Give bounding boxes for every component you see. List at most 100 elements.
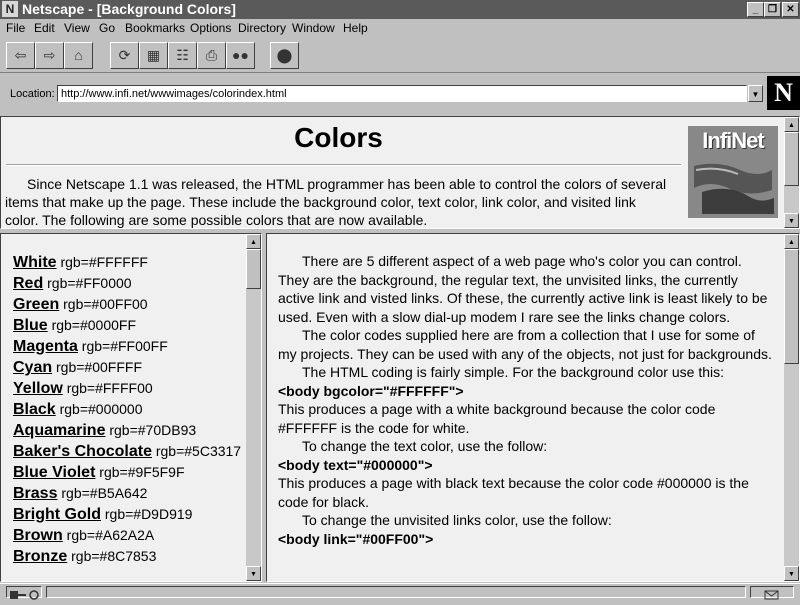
header-frame: Colors Since Netscape 1.1 was released, … xyxy=(0,116,800,229)
menu-go[interactable]: Go xyxy=(99,21,115,36)
color-code: rgb=#FF00FF xyxy=(81,338,168,354)
color-code: rgb=#5C3317 xyxy=(155,443,242,459)
article-scrollbar[interactable]: ▲ ▼ xyxy=(784,234,799,581)
scroll-thumb[interactable] xyxy=(784,249,799,364)
scroll-down-button[interactable]: ▼ xyxy=(784,566,799,581)
menu-edit[interactable]: Edit xyxy=(34,21,55,36)
menu-help[interactable]: Help xyxy=(343,21,368,36)
menu-file[interactable]: File xyxy=(6,21,25,36)
color-link[interactable]: Baker's Chocolate xyxy=(13,443,152,460)
list-item: Yellow rgb=#FFFF00 xyxy=(13,378,243,399)
list-item: Black rgb=#000000 xyxy=(13,399,243,420)
open-location-icon: ☷ xyxy=(176,47,189,63)
close-button[interactable]: ✕ xyxy=(782,2,799,17)
scroll-up-button[interactable]: ▲ xyxy=(784,117,799,132)
header-scrollbar[interactable]: ▲ ▼ xyxy=(784,117,799,228)
color-link[interactable]: Brass xyxy=(13,485,57,502)
forward-button[interactable]: ⇨ xyxy=(35,42,64,69)
back-button[interactable]: ⇦ xyxy=(6,42,35,69)
netscape-logo[interactable]: N xyxy=(767,76,800,110)
scroll-thumb[interactable] xyxy=(246,249,261,289)
list-item: Aquamarine rgb=#70DB93 xyxy=(13,420,243,441)
list-item: Blue rgb=#0000FF xyxy=(13,315,243,336)
color-code: rgb=#00FFFF xyxy=(56,359,142,375)
print-button[interactable]: ⎙ xyxy=(197,42,226,69)
load-images-button[interactable]: ▦ xyxy=(139,42,168,69)
back-arrow-icon: ⇦ xyxy=(14,47,27,63)
code-snippet: <body text="#000000"> xyxy=(278,456,433,473)
color-code: rgb=#D9D919 xyxy=(104,506,193,522)
menu-view[interactable]: View xyxy=(64,21,90,36)
color-link[interactable]: White xyxy=(13,254,57,271)
security-indicator[interactable] xyxy=(6,586,42,600)
color-link[interactable]: Blue xyxy=(13,317,48,334)
color-code: rgb=#FFFF00 xyxy=(66,380,153,396)
list-item: Blue Violet rgb=#9F5F9F xyxy=(13,462,243,483)
minimize-button[interactable]: _ xyxy=(747,2,764,17)
reload-button[interactable]: ⟳ xyxy=(110,42,139,69)
color-link[interactable]: Bright Gold xyxy=(13,506,101,523)
scroll-down-button[interactable]: ▼ xyxy=(784,213,799,228)
netscape-app-icon[interactable]: N xyxy=(2,1,18,17)
color-link[interactable]: Black xyxy=(13,401,56,418)
menu-directory[interactable]: Directory xyxy=(238,21,286,36)
color-list-scrollbar[interactable]: ▲ ▼ xyxy=(246,234,261,581)
status-message xyxy=(46,586,746,598)
key-icon xyxy=(10,590,39,600)
code-snippet: <body link="#00FF00"> xyxy=(278,530,434,547)
mail-icon xyxy=(764,590,779,600)
infinet-logo: InfiNet xyxy=(688,126,778,218)
print-icon: ⎙ xyxy=(205,47,218,63)
color-list: White rgb=#FFFFFF Red rgb=#FF0000 Green … xyxy=(13,252,243,567)
color-link[interactable]: Aquamarine xyxy=(13,422,105,439)
color-link[interactable]: Magenta xyxy=(13,338,78,355)
list-item: Bright Gold rgb=#D9D919 xyxy=(13,504,243,525)
divider xyxy=(6,164,681,166)
scroll-down-button[interactable]: ▼ xyxy=(246,566,261,581)
color-code: rgb=#8C7853 xyxy=(71,548,157,564)
paragraph: This produces a page with black text bec… xyxy=(278,475,749,510)
color-code: rgb=#B5A642 xyxy=(61,485,148,501)
color-list-frame: White rgb=#FFFFFF Red rgb=#FF0000 Green … xyxy=(0,233,262,582)
color-link[interactable]: Bronze xyxy=(13,548,67,565)
color-link[interactable]: Red xyxy=(13,275,43,292)
location-label: Location: xyxy=(10,88,55,100)
list-item: Baker's Chocolate rgb=#5C3317 xyxy=(13,441,243,462)
list-item: Magenta rgb=#FF00FF xyxy=(13,336,243,357)
mail-indicator[interactable] xyxy=(750,586,794,600)
open-button[interactable]: ☷ xyxy=(168,42,197,69)
list-item: Red rgb=#FF0000 xyxy=(13,273,243,294)
color-link[interactable]: Green xyxy=(13,296,59,313)
binoculars-icon: ●● xyxy=(232,47,249,63)
color-code: rgb=#70DB93 xyxy=(109,422,197,438)
list-item: Cyan rgb=#00FFFF xyxy=(13,357,243,378)
color-link[interactable]: Yellow xyxy=(13,380,63,397)
list-item: Bronze rgb=#8C7853 xyxy=(13,546,243,567)
chevron-down-icon: ▼ xyxy=(751,90,760,99)
article-content: There are 5 different aspect of a web pa… xyxy=(278,252,773,548)
scroll-up-button[interactable]: ▲ xyxy=(784,234,799,249)
intro-text: Since Netscape 1.1 was released, the HTM… xyxy=(5,176,667,228)
find-button[interactable]: ●● xyxy=(226,42,255,69)
code-snippet: <body bgcolor="#FFFFFF"> xyxy=(278,382,464,399)
location-dropdown-button[interactable]: ▼ xyxy=(748,85,763,102)
menu-options[interactable]: Options xyxy=(190,21,231,36)
color-code: rgb=#0000FF xyxy=(51,317,137,333)
window-title: Netscape - [Background Colors] xyxy=(22,1,236,17)
menu-window[interactable]: Window xyxy=(292,21,335,36)
scroll-thumb[interactable] xyxy=(784,132,799,186)
stop-button[interactable]: ⬤ xyxy=(270,42,299,69)
stop-icon: ⬤ xyxy=(276,47,293,63)
color-code: rgb=#FFFFFF xyxy=(60,254,148,270)
reload-icon: ⟳ xyxy=(118,47,131,63)
restore-button[interactable]: ❐ xyxy=(764,2,781,17)
menu-bar: File Edit View Go Bookmarks Options Dire… xyxy=(0,19,800,38)
page-title: Colors xyxy=(294,122,383,153)
location-input[interactable]: http://www.infi.net/wwwimages/colorindex… xyxy=(57,85,747,102)
color-link[interactable]: Cyan xyxy=(13,359,52,376)
home-button[interactable]: ⌂ xyxy=(64,42,93,69)
color-link[interactable]: Blue Violet xyxy=(13,464,95,481)
scroll-up-button[interactable]: ▲ xyxy=(246,234,261,249)
menu-bookmarks[interactable]: Bookmarks xyxy=(125,21,185,36)
color-link[interactable]: Brown xyxy=(13,527,63,544)
